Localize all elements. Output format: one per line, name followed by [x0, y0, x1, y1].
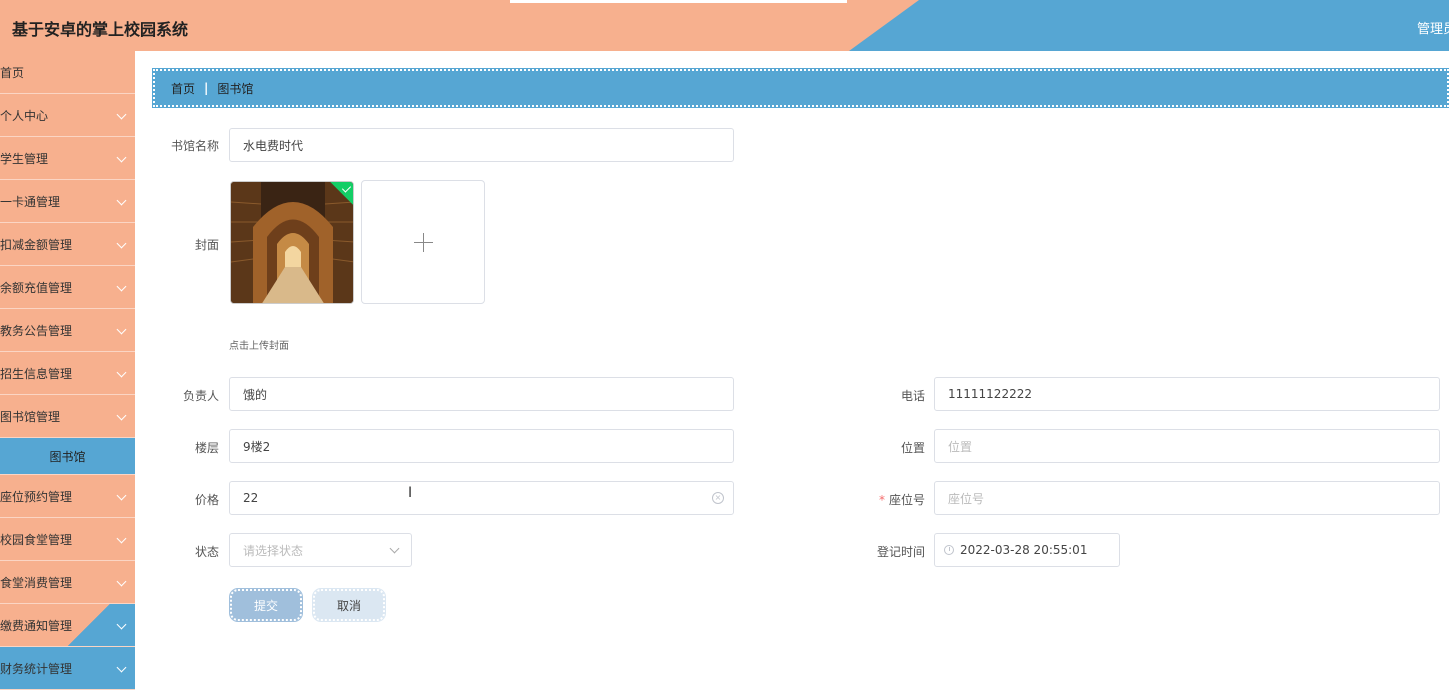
clock-icon: [944, 545, 954, 555]
chevron-down-icon: [116, 281, 127, 292]
chevron-down-icon: [116, 367, 127, 378]
floor-label: 楼层: [194, 441, 219, 455]
sidebar-item-label: 个人中心: [0, 108, 49, 123]
chevron-down-icon: [389, 543, 400, 554]
sidebar-item-label: 座位预约管理: [0, 489, 73, 504]
name-input-value: 水电费时代: [243, 138, 304, 153]
phone-input[interactable]: 11111122222: [934, 377, 1440, 411]
header-top-line: [510, 0, 847, 3]
cancel-button[interactable]: 取消: [312, 588, 386, 622]
floor-input[interactable]: 9楼2: [229, 429, 734, 463]
location-input[interactable]: 位置: [934, 429, 1440, 463]
phone-label: 电话: [900, 389, 925, 403]
sidebar-item-label: 学生管理: [0, 151, 49, 166]
sidebar: 首页 个人中心 学生管理 一卡通管理 扣减金额管理 余额充值管理 教务公告管理 …: [0, 51, 135, 695]
chevron-down-icon: [116, 490, 127, 501]
name-input[interactable]: 水电费时代: [229, 128, 734, 162]
text-cursor-icon: I: [408, 485, 413, 501]
floor-input-value: 9楼2: [243, 439, 271, 454]
chevron-down-icon: [116, 195, 127, 206]
chevron-down-icon: [116, 152, 127, 163]
sidebar-item-card[interactable]: 一卡通管理: [0, 180, 135, 223]
sidebar-item-label: 校园食堂管理: [0, 532, 73, 547]
sidebar-item-finance[interactable]: 财务统计管理: [0, 647, 135, 690]
sidebar-item-students[interactable]: 学生管理: [0, 137, 135, 180]
phone-input-value: 11111122222: [948, 387, 1032, 401]
manager-label: 负责人: [182, 389, 219, 403]
chevron-down-icon: [116, 533, 127, 544]
sidebar-item-label: 图书馆管理: [0, 409, 61, 424]
sidebar-item-notice[interactable]: 教务公告管理: [0, 309, 135, 352]
submit-button[interactable]: 提交: [229, 588, 303, 622]
sidebar-item-canteen-spend[interactable]: 食堂消费管理: [0, 561, 135, 604]
sidebar-item-label: 教务公告管理: [0, 323, 73, 338]
status-label: 状态: [194, 545, 219, 559]
time-label: 登记时间: [876, 545, 925, 559]
sidebar-item-payment-notice[interactable]: 缴费通知管理: [0, 604, 135, 647]
sidebar-item-admission[interactable]: 招生信息管理: [0, 352, 135, 395]
seat-label-text: 座位号: [888, 493, 925, 507]
status-select[interactable]: 请选择状态: [229, 533, 412, 567]
location-label: 位置: [900, 441, 925, 455]
seat-placeholder: 座位号: [948, 491, 985, 506]
time-value: 2022-03-28 20:55:01: [960, 543, 1088, 557]
sidebar-item-label: 图书馆: [49, 449, 86, 464]
sidebar-subitem-library[interactable]: 图书馆: [0, 438, 135, 475]
price-label: 价格: [194, 493, 219, 507]
chevron-down-icon: [116, 238, 127, 249]
time-picker[interactable]: 2022-03-28 20:55:01: [934, 533, 1120, 567]
cover-image[interactable]: [230, 181, 354, 304]
status-placeholder: 请选择状态: [243, 543, 304, 558]
upload-cover-button[interactable]: [361, 180, 485, 304]
breadcrumb-separator: |: [204, 81, 209, 95]
sidebar-item-library-mgmt[interactable]: 图书馆管理: [0, 395, 135, 438]
sidebar-item-label: 余额充值管理: [0, 280, 73, 295]
cover-upload-hint: 点击上传封面: [229, 341, 289, 352]
price-input-value: 22: [243, 491, 259, 505]
breadcrumb-home[interactable]: 首页: [171, 80, 195, 97]
top-header: 基于安卓的掌上校园系统 管理员: [0, 0, 1449, 51]
sidebar-item-label: 首页: [0, 65, 25, 80]
chevron-down-icon: [116, 324, 127, 335]
sidebar-item-profile[interactable]: 个人中心: [0, 94, 135, 137]
header-blue-band: [849, 0, 1449, 51]
location-placeholder: 位置: [948, 439, 973, 454]
plus-icon-vertical: [423, 233, 424, 252]
user-menu[interactable]: 管理员: [1417, 18, 1449, 37]
chevron-down-icon: [116, 576, 127, 587]
sidebar-item-home[interactable]: 首页: [0, 51, 135, 94]
chevron-up-icon: [116, 410, 127, 421]
required-mark: *: [878, 493, 885, 507]
breadcrumb-current: 图书馆: [217, 81, 254, 96]
seat-label: * 座位号: [855, 491, 925, 508]
sidebar-item-seat[interactable]: 座位预约管理: [0, 475, 135, 518]
sidebar-item-label: 食堂消费管理: [0, 575, 73, 590]
clear-icon[interactable]: ×: [712, 492, 724, 504]
breadcrumb: 首页 | 图书馆: [152, 68, 1449, 108]
name-label: 书馆名称: [170, 139, 219, 153]
sidebar-item-label: 扣减金额管理: [0, 237, 73, 252]
seat-input[interactable]: 座位号: [934, 481, 1440, 515]
library-photo: [231, 182, 353, 303]
sidebar-item-label: 一卡通管理: [0, 194, 61, 209]
sidebar-item-label: 财务统计管理: [0, 661, 73, 676]
chevron-down-icon: [116, 662, 127, 673]
manager-input[interactable]: 饿的: [229, 377, 734, 411]
sidebar-item-label: 缴费通知管理: [0, 618, 73, 633]
manager-input-value: 饿的: [243, 387, 268, 402]
price-input[interactable]: 22 ×: [229, 481, 734, 515]
sidebar-item-recharge[interactable]: 余额充值管理: [0, 266, 135, 309]
sidebar-item-deduction[interactable]: 扣减金额管理: [0, 223, 135, 266]
cover-label: 封面: [194, 238, 219, 252]
main-content: 首页 | 图书馆 书馆名称 水电费时代 封面 点击上传封面 负责人 饿的 电话 …: [135, 51, 1449, 695]
sidebar-item-label: 招生信息管理: [0, 366, 73, 381]
sidebar-item-canteen[interactable]: 校园食堂管理: [0, 518, 135, 561]
app-title: 基于安卓的掌上校园系统: [12, 20, 189, 39]
chevron-down-icon: [116, 619, 127, 630]
chevron-down-icon: [116, 109, 127, 120]
